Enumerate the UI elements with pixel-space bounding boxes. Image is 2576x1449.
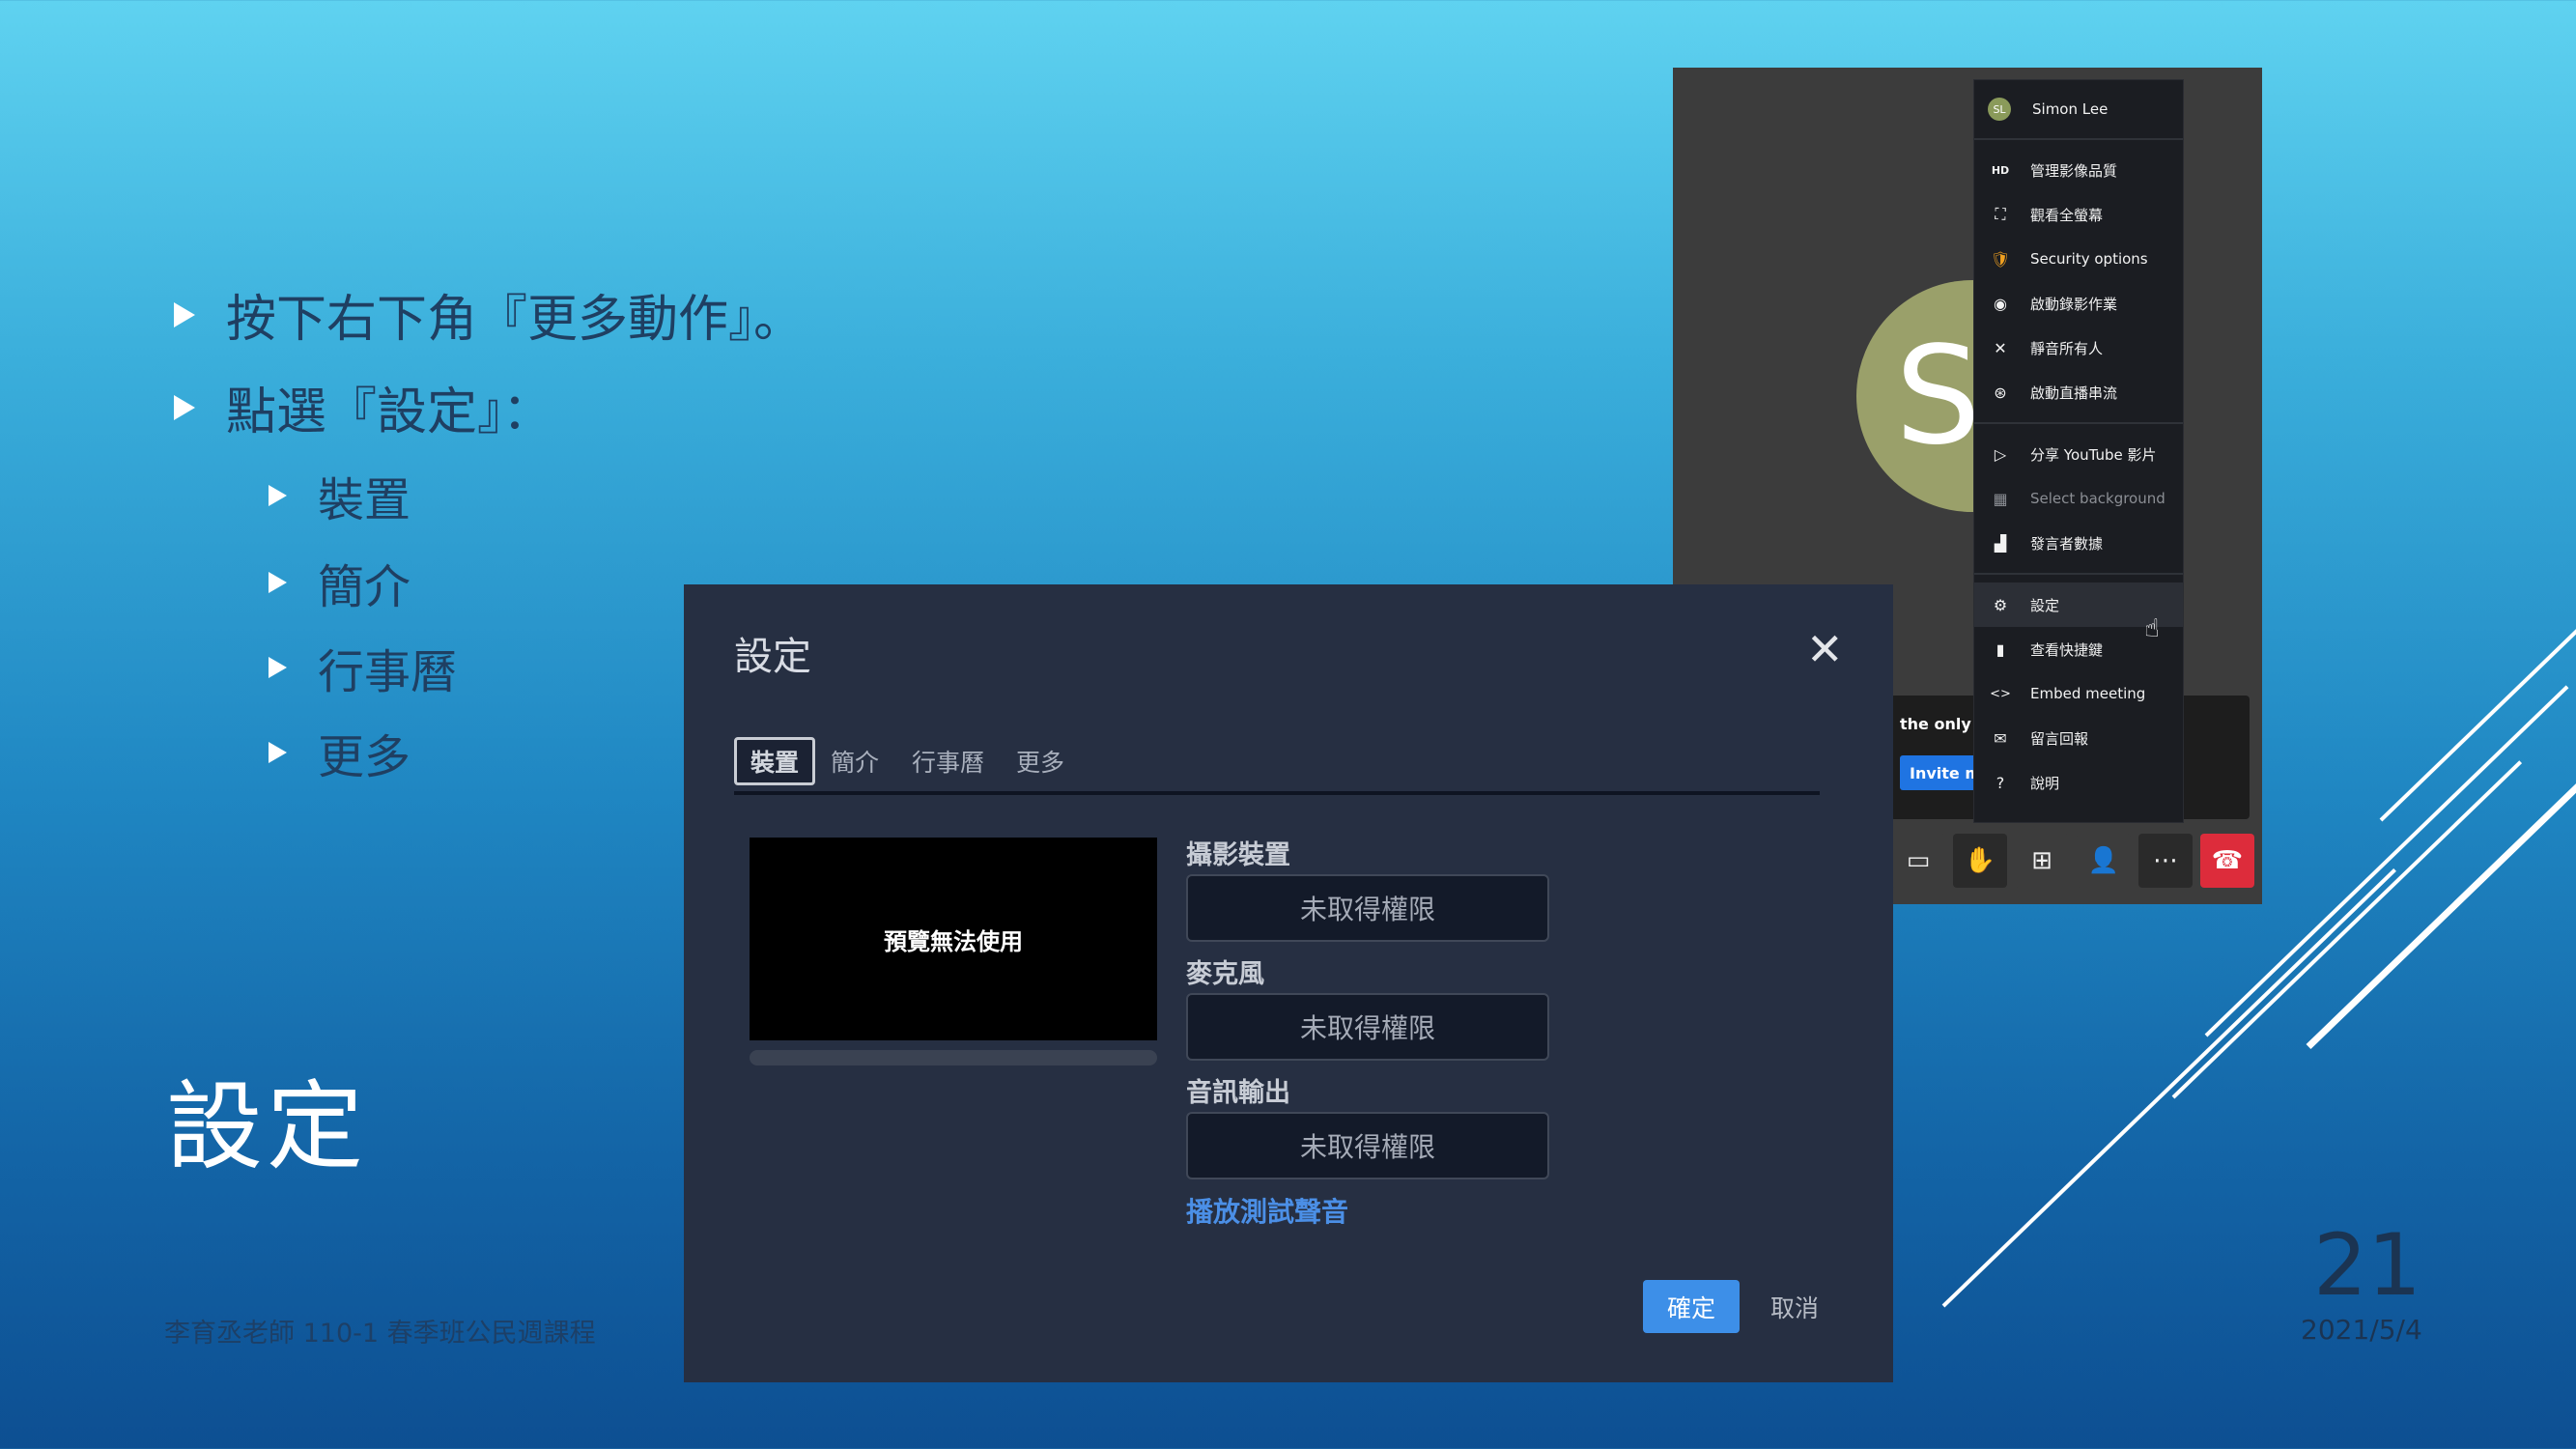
audio-level-bar xyxy=(750,1050,1157,1065)
menu-item-video-quality[interactable]: HD 管理影像品質 xyxy=(1974,148,2183,192)
mute-all-icon: ✕ xyxy=(1994,338,2007,357)
sub-bullet-item: 裝置 xyxy=(269,462,410,529)
background-icon: ▦ xyxy=(1993,489,2008,508)
menu-item-mute-all[interactable]: ✕ 靜音所有人 xyxy=(1974,326,2183,370)
invite-icon[interactable]: 👤 xyxy=(2077,834,2131,888)
slide-date: 2021/5/4 xyxy=(2301,1314,2422,1346)
code-icon: <> xyxy=(1990,686,2011,701)
shield-icon: 🛡 xyxy=(1990,249,2011,269)
settings-dialog: 設定 ✕ 裝置 簡介 行事曆 更多 預覽無法使用 攝影裝置 未取得權限 麥克風 … xyxy=(684,584,1893,1382)
record-icon: ◉ xyxy=(1994,294,2007,313)
decorative-line xyxy=(2379,617,2576,822)
more-actions-icon[interactable]: ⋯ xyxy=(2138,834,2193,888)
feedback-icon: ✉ xyxy=(1994,728,2007,748)
menu-item-feedback[interactable]: ✉ 留言回報 xyxy=(1974,716,2183,760)
sub-bullet-item: 簡介 xyxy=(269,549,410,616)
footer-text: 李育丞老師 110-1 春季班公民週課程 xyxy=(164,1319,596,1349)
slide-title: 設定 xyxy=(166,1070,367,1183)
menu-divider xyxy=(1974,573,2183,575)
tile-view-icon[interactable]: ⊞ xyxy=(2015,834,2069,888)
user-name: Simon Lee xyxy=(2032,100,2109,118)
bullet-item: 按下右下角『更多動作』。 xyxy=(174,278,804,351)
tab-profile[interactable]: 簡介 xyxy=(831,737,879,785)
page-number: 21 xyxy=(2313,1215,2421,1315)
menu-item-share-youtube[interactable]: ▷ 分享 YouTube 影片 xyxy=(1974,432,2183,476)
ok-button[interactable]: 確定 xyxy=(1643,1280,1740,1333)
menu-item-fullscreen[interactable]: ⛶ 觀看全螢幕 xyxy=(1974,192,2183,237)
microphone-select[interactable]: 未取得權限 xyxy=(1186,993,1549,1061)
more-actions-menu: SL Simon Lee HD 管理影像品質 ⛶ 觀看全螢幕 🛡 Security o… xyxy=(1973,79,2184,823)
decorative-line xyxy=(2306,735,2576,1050)
bullet-item: 點選『設定』： xyxy=(174,371,552,443)
chat-icon[interactable]: ▭ xyxy=(1891,834,1945,888)
gear-icon: ⚙ xyxy=(1993,595,2008,614)
menu-item-security[interactable]: 🛡 Security options xyxy=(1974,237,2183,281)
bullet-triangle-icon xyxy=(174,301,195,327)
camera-label: 攝影裝置 xyxy=(1186,840,1290,870)
menu-item-speaker-stats[interactable]: ▟ 發言者數據 xyxy=(1974,521,2183,565)
livestream-icon: ⊛ xyxy=(1994,383,2007,402)
user-avatar: SL xyxy=(1988,98,2011,121)
dialog-title: 設定 xyxy=(734,635,811,679)
menu-item-recording[interactable]: ◉ 啟動錄影作業 xyxy=(1974,281,2183,326)
meeting-toolbar: ▭ ✋ ⊞ 👤 ⋯ ☎ xyxy=(1891,829,2262,893)
audio-output-select[interactable]: 未取得權限 xyxy=(1186,1112,1549,1179)
bullet-triangle-icon xyxy=(269,657,287,678)
tab-devices[interactable]: 裝置 xyxy=(734,737,816,785)
menu-item-livestream[interactable]: ⊛ 啟動直播串流 xyxy=(1974,370,2183,414)
camera-select[interactable]: 未取得權限 xyxy=(1186,874,1549,942)
tab-more[interactable]: 更多 xyxy=(1016,737,1064,785)
sub-bullet-item: 行事曆 xyxy=(269,634,457,701)
tab-calendar[interactable]: 行事曆 xyxy=(912,737,984,785)
menu-item-help[interactable]: ? 說明 xyxy=(1974,760,2183,805)
fullscreen-icon: ⛶ xyxy=(1995,205,2006,223)
help-icon: ? xyxy=(1996,773,2005,792)
sub-bullet-item: 更多 xyxy=(269,719,410,786)
menu-divider xyxy=(1974,422,2183,424)
raise-hand-icon[interactable]: ✋ xyxy=(1953,834,2007,888)
document-icon: ▮ xyxy=(1996,639,2005,659)
youtube-play-icon: ▷ xyxy=(1994,444,2007,464)
cancel-button[interactable]: 取消 xyxy=(1770,1280,1819,1333)
bullet-triangle-icon xyxy=(269,742,287,763)
play-test-sound-link[interactable]: 播放測試聲音 xyxy=(1186,1191,1348,1230)
hd-icon: HD xyxy=(1991,163,2010,177)
audio-output-label: 音訊輸出 xyxy=(1186,1078,1290,1108)
settings-tabs: 裝置 簡介 行事曆 更多 xyxy=(734,733,1820,795)
menu-item-select-background[interactable]: ▦ Select background xyxy=(1974,476,2183,521)
bullet-triangle-icon xyxy=(269,572,287,593)
bullet-triangle-icon xyxy=(269,485,287,506)
hangup-icon[interactable]: ☎ xyxy=(2200,834,2254,888)
hand-cursor-icon: ☝ xyxy=(2144,614,2160,643)
microphone-label: 麥克風 xyxy=(1186,959,1264,989)
video-preview: 預覽無法使用 xyxy=(750,838,1157,1040)
close-icon[interactable]: ✕ xyxy=(1806,627,1844,671)
menu-user-row: SL Simon Lee xyxy=(1974,80,2183,140)
speaker-stats-icon: ▟ xyxy=(1994,533,2007,553)
bullet-triangle-icon xyxy=(174,394,195,420)
menu-item-embed-meeting[interactable]: <> Embed meeting xyxy=(1974,671,2183,716)
